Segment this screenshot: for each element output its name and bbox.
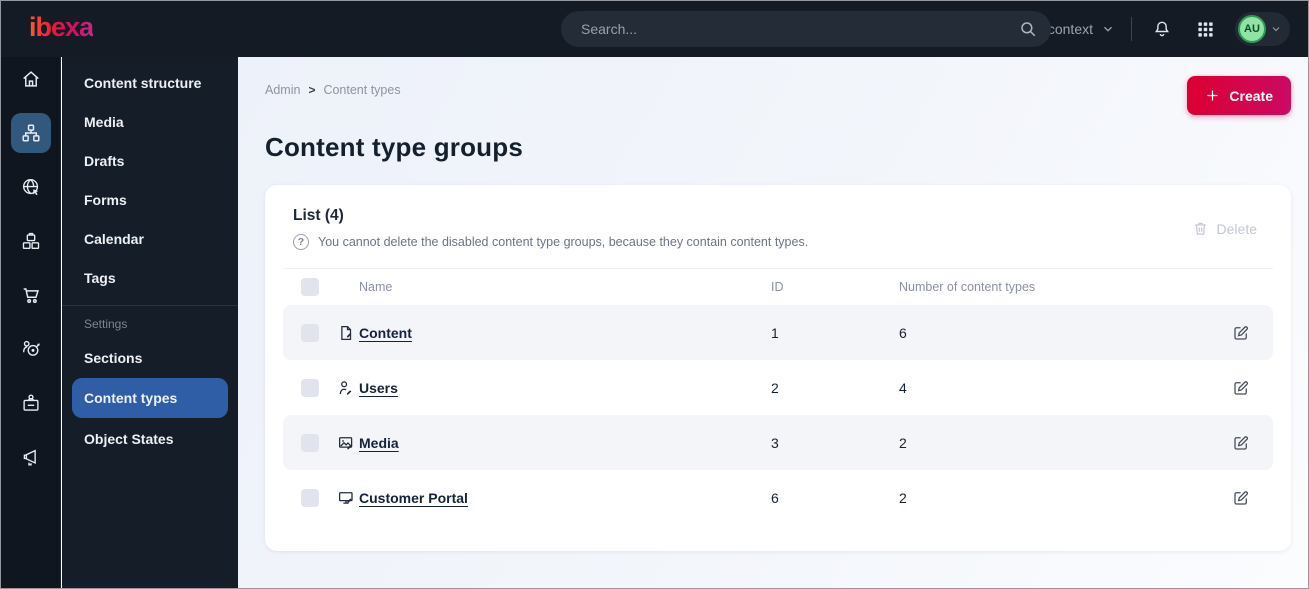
breadcrumb: Admin > Content types (265, 76, 401, 97)
notifications-button[interactable] (1148, 15, 1176, 43)
commerce-cart-icon[interactable] (11, 275, 51, 315)
group-count: 2 (899, 434, 907, 451)
group-id: 3 (771, 434, 779, 451)
search-input[interactable] (579, 20, 1019, 38)
edit-button[interactable] (1228, 375, 1254, 401)
plus-icon (1205, 88, 1220, 103)
group-name-link[interactable]: Users (359, 380, 398, 396)
table-header-row: Name ID Number of content types (283, 269, 1273, 305)
page-title: Content type groups (265, 132, 524, 162)
delete-button[interactable]: Delete (1186, 219, 1263, 238)
top-bar: ibexa Site: All context (1, 1, 1308, 57)
personalization-icon[interactable] (11, 329, 51, 369)
group-count: 2 (899, 489, 907, 506)
edit-button[interactable] (1228, 430, 1254, 456)
search-bar[interactable] (561, 11, 1051, 47)
group-count: 4 (899, 379, 907, 396)
edit-button[interactable] (1228, 320, 1254, 346)
sidebar-item-drafts[interactable]: Drafts (62, 141, 238, 180)
chevron-down-icon (1101, 22, 1115, 36)
create-button[interactable]: Create (1187, 76, 1291, 115)
select-all-checkbox[interactable] (301, 278, 319, 296)
product-catalog-icon[interactable] (11, 221, 51, 261)
icon-rail (1, 57, 61, 588)
content-type-groups-card: List (4) ? You cannot delete the disable… (265, 185, 1291, 551)
group-name-link[interactable]: Content (359, 325, 412, 341)
sidebar-item-calendar[interactable]: Calendar (62, 219, 238, 258)
table-row: Content 1 6 (283, 305, 1273, 360)
row-checkbox[interactable] (301, 323, 319, 342)
customer-portal-monitor-icon (333, 489, 359, 507)
topbar-divider (1131, 17, 1132, 41)
site-icon[interactable] (11, 167, 51, 207)
app-window: ibexa Site: All context (0, 0, 1309, 589)
app-switcher-button[interactable] (1192, 16, 1219, 43)
table-row: Users 2 4 (283, 360, 1273, 415)
sidebar-item-forms[interactable]: Forms (62, 180, 238, 219)
trash-icon (1192, 220, 1209, 237)
user-menu[interactable]: AU (1235, 12, 1290, 46)
search-icon (1019, 20, 1037, 38)
media-image-icon (333, 434, 359, 452)
row-checkbox[interactable] (301, 488, 319, 507)
table-row: Customer Portal 6 2 (283, 470, 1273, 525)
list-title: List (4) (293, 207, 344, 224)
group-count: 6 (899, 324, 907, 341)
settings-section-label: Settings (84, 317, 128, 331)
row-checkbox[interactable] (301, 378, 319, 397)
group-name-link[interactable]: Media (359, 435, 399, 451)
content-file-icon (333, 324, 359, 342)
avatar: AU (1238, 15, 1266, 43)
main-content: Admin > Content types Create Content typ… (238, 57, 1308, 588)
group-id: 6 (771, 489, 779, 506)
help-icon: ? (293, 234, 309, 250)
admin-icon[interactable] (11, 383, 51, 423)
delete-button-label: Delete (1216, 220, 1257, 237)
breadcrumb-admin[interactable]: Admin (265, 83, 300, 97)
breadcrumb-separator: > (308, 83, 316, 97)
group-id: 1 (771, 324, 779, 341)
group-name-link[interactable]: Customer Portal (359, 490, 468, 506)
users-icon (333, 379, 359, 397)
chevron-down-icon (1270, 23, 1282, 35)
help-text: You cannot delete the disabled content t… (318, 235, 809, 249)
ibexa-logo: ibexa (29, 13, 94, 45)
sidebar-item-tags[interactable]: Tags (62, 258, 238, 297)
sidebar-item-content-structure[interactable]: Content structure (62, 63, 238, 102)
breadcrumb-content-types: Content types (323, 83, 401, 97)
marketing-megaphone-icon[interactable] (11, 437, 51, 477)
table-row: Media 3 2 (283, 415, 1273, 470)
row-checkbox[interactable] (301, 433, 319, 452)
sidebar-item-media[interactable]: Media (62, 102, 238, 141)
edit-button[interactable] (1228, 485, 1254, 511)
column-header-count: Number of content types (899, 280, 1036, 294)
bell-icon (1152, 19, 1172, 39)
content-structure-icon[interactable] (10, 113, 51, 153)
create-button-label: Create (1229, 87, 1273, 104)
sidebar-item-object-states[interactable]: Object States (62, 419, 238, 458)
sidebar-item-content-types[interactable]: Content types (72, 378, 228, 418)
sidebar-item-sections[interactable]: Sections (62, 338, 238, 377)
menu-divider (62, 305, 238, 306)
home-icon[interactable] (11, 59, 51, 99)
column-header-name: Name (359, 280, 393, 294)
content-type-groups-table: Name ID Number of content types Content … (283, 268, 1273, 525)
app-grid-icon (1196, 20, 1215, 39)
sidebar-menu: Content structure Media Drafts Forms Cal… (62, 57, 238, 588)
group-id: 2 (771, 379, 779, 396)
column-header-id: ID (771, 280, 784, 294)
